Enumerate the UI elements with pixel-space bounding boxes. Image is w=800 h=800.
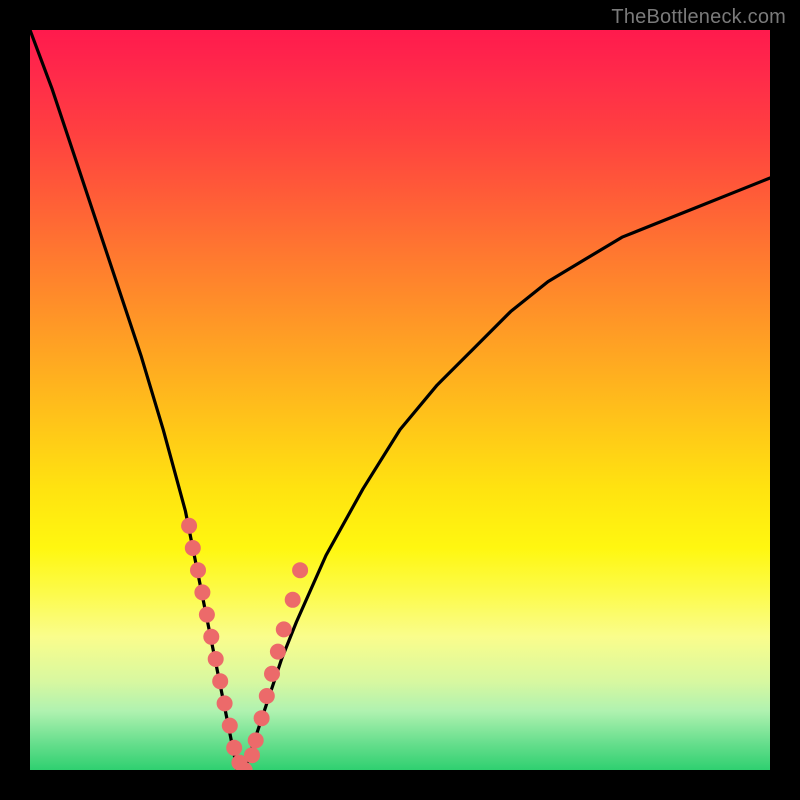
sample-dot	[248, 732, 264, 748]
sample-dot	[203, 629, 219, 645]
bottleneck-curve	[30, 30, 770, 770]
sample-dot	[226, 740, 242, 756]
watermark-text: TheBottleneck.com	[611, 6, 786, 29]
sample-dot	[270, 644, 286, 660]
sample-dot	[292, 562, 308, 578]
sample-dot	[259, 688, 275, 704]
chart-frame: TheBottleneck.com	[0, 0, 800, 800]
sample-dot	[212, 673, 228, 689]
sample-dot	[285, 592, 301, 608]
sample-dot	[194, 584, 210, 600]
sample-dot	[264, 666, 280, 682]
sample-dot	[190, 562, 206, 578]
plot-area	[30, 30, 770, 770]
sample-dot	[222, 718, 238, 734]
sample-dot	[185, 540, 201, 556]
sample-dot	[181, 518, 197, 534]
sample-dot	[244, 747, 260, 763]
sample-dot	[254, 710, 270, 726]
sample-dot	[276, 621, 292, 637]
sample-dot	[208, 651, 224, 667]
sample-dot	[199, 607, 215, 623]
sample-dot	[217, 695, 233, 711]
bottleneck-chart-svg	[30, 30, 770, 770]
